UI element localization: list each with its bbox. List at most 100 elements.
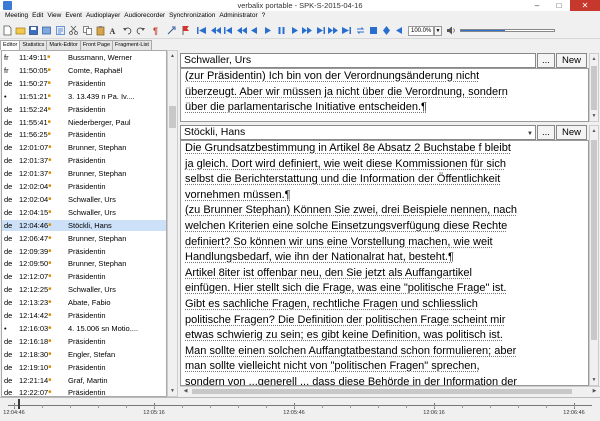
copy-icon[interactable]: [82, 25, 93, 36]
list-item[interactable]: de 12:14:42■ Präsidentin: [2, 310, 166, 321]
list-item[interactable]: de 12:02:04■ Schwaller, Urs: [2, 194, 166, 205]
list-item[interactable]: de 12:06:47■ Brunner, Stephan: [2, 233, 166, 244]
export-icon[interactable]: [41, 25, 52, 36]
jump-start-icon[interactable]: [196, 25, 207, 36]
new-document-icon[interactable]: [2, 25, 13, 36]
previous-section-icon[interactable]: [210, 25, 221, 36]
list-item[interactable]: de 12:12:07■ Präsidentin: [2, 271, 166, 282]
editor-horizontal-scrollbar[interactable]: ◀ ▶: [180, 386, 600, 396]
list-item[interactable]: de 12:09:39■ Präsidentin: [2, 246, 166, 257]
scroll-up-icon[interactable]: ▲: [168, 51, 177, 61]
list-item[interactable]: de 12:21:14■ Graf, Martin: [2, 375, 166, 386]
tab-front-page[interactable]: Front Page: [79, 40, 114, 50]
jump-end-icon[interactable]: [341, 25, 352, 36]
pilcrow-icon[interactable]: ¶: [151, 25, 162, 36]
font-icon[interactable]: A: [108, 25, 119, 36]
slow-down-icon[interactable]: [394, 25, 405, 36]
skip-forward-icon[interactable]: [302, 25, 313, 36]
menu-edit[interactable]: Edit: [30, 11, 45, 22]
list-item[interactable]: de 12:19:10■ Präsidentin: [2, 362, 166, 373]
tab-mark-editor[interactable]: Mark-Editor: [46, 40, 81, 50]
rewind-icon[interactable]: [223, 25, 234, 36]
menu-audioplayer[interactable]: Audioplayer: [84, 11, 122, 22]
list-item[interactable]: de 12:22:07■ Präsidentin: [2, 387, 166, 396]
list-scrollbar[interactable]: ▲ ▼: [167, 50, 178, 397]
fast-forward-icon[interactable]: [315, 25, 326, 36]
zoom-input[interactable]: 100.0%: [408, 26, 434, 36]
save-icon[interactable]: [28, 25, 39, 36]
speaker-select-1[interactable]: Schwaller, Urs: [180, 53, 536, 68]
playback-cursor[interactable]: [18, 399, 20, 409]
undo-icon[interactable]: [122, 25, 133, 36]
list-item[interactable]: de 12:02:04■ Präsidentin: [2, 181, 166, 192]
list-item[interactable]: de 12:01:37■ Brunner, Stephan: [2, 168, 166, 179]
stop-icon[interactable]: [368, 25, 379, 36]
maximize-button[interactable]: □: [548, 0, 570, 11]
step-forward-icon[interactable]: [289, 25, 300, 36]
scroll-down-icon[interactable]: ▼: [168, 386, 177, 396]
list-item[interactable]: • 12:16:03■ 4. 15.006 sn Motio....: [2, 323, 166, 334]
menu-event[interactable]: Event: [63, 11, 84, 22]
text-pane-1[interactable]: (zur Präsidentin) Ich bin von der Verord…: [180, 68, 589, 122]
list-item[interactable]: de 11:56:25■ Präsidentin: [2, 129, 166, 140]
list-item[interactable]: de 12:13:23■ Abate, Fabio: [2, 297, 166, 308]
pause-icon[interactable]: [276, 25, 287, 36]
speaker-1-ellipsis-button[interactable]: ...: [537, 53, 555, 68]
list-item[interactable]: de 12:12:25■ Schwaller, Urs: [2, 284, 166, 295]
speaker-1-new-button[interactable]: New: [556, 53, 587, 68]
close-button[interactable]: ✕: [570, 0, 600, 11]
speaker-volume-icon[interactable]: [446, 25, 457, 36]
cut-icon[interactable]: [68, 25, 79, 36]
tab-editor[interactable]: Editor: [0, 40, 21, 50]
scroll-left-icon[interactable]: ◀: [181, 387, 190, 396]
list-item-selected[interactable]: de 12:04:46■ Stöckli, Hans: [2, 219, 166, 231]
list-item[interactable]: de 12:16:18■ Präsidentin: [2, 336, 166, 347]
list-item[interactable]: de 12:04:15■ Schwaller, Urs: [2, 207, 166, 218]
list-item[interactable]: fr 11:50:05■ Comte, Raphaël: [2, 65, 166, 76]
text-pane-1-scrollbar[interactable]: ▲ ▼: [589, 53, 599, 122]
paste-icon[interactable]: [95, 25, 106, 36]
list-item[interactable]: fr 11:49:11■ Bussmann, Werner: [2, 52, 166, 63]
skip-back-icon[interactable]: [236, 25, 247, 36]
step-back-icon[interactable]: [249, 25, 260, 36]
list-item[interactable]: de 12:09:50■ Brunner, Stephan: [2, 258, 166, 269]
loop-icon[interactable]: [355, 25, 366, 36]
minimize-button[interactable]: –: [526, 0, 548, 11]
zoom-dropdown-arrow[interactable]: ▼: [434, 26, 442, 36]
scroll-down-icon[interactable]: ▼: [590, 375, 598, 385]
tab-statistics[interactable]: Statistics: [19, 40, 48, 50]
speaker-2-ellipsis-button[interactable]: ...: [537, 125, 555, 140]
menu-administrator[interactable]: Administrator: [217, 11, 259, 22]
flag-icon[interactable]: [180, 25, 191, 36]
list-item[interactable]: de 11:55:41■ Niederberger, Paul: [2, 117, 166, 128]
speaker-select-2[interactable]: Stöckli, Hans ▼: [180, 125, 536, 140]
scroll-up-icon[interactable]: ▲: [590, 54, 598, 64]
pane-1-scroll-thumb[interactable]: [591, 66, 597, 110]
audio-timeline[interactable]: 12:04:46 12:05:16 12:05:46 12:06:16 12:0…: [0, 397, 600, 421]
marker-icon[interactable]: [381, 25, 392, 36]
list-item[interactable]: de 11:52:24■ Präsidentin: [2, 104, 166, 115]
scroll-up-icon[interactable]: ▲: [590, 126, 598, 136]
speaker-2-new-button[interactable]: New: [556, 125, 587, 140]
list-item[interactable]: de 12:18:30■ Engler, Stefan: [2, 349, 166, 360]
menu-help[interactable]: ?: [260, 11, 268, 22]
scroll-down-icon[interactable]: ▼: [590, 111, 598, 121]
tab-fragment-list[interactable]: Fragment-List: [112, 40, 152, 50]
menu-meeting[interactable]: Meeting: [3, 11, 30, 22]
volume-slider[interactable]: [460, 29, 555, 32]
pane-2-scroll-thumb[interactable]: [591, 140, 597, 340]
open-folder-icon[interactable]: [15, 25, 26, 36]
next-section-icon[interactable]: [328, 25, 339, 36]
list-item[interactable]: de 12:01:37■ Präsidentin: [2, 155, 166, 166]
text-pane-2-scrollbar[interactable]: ▲ ▼: [589, 125, 599, 386]
editor-hscroll-thumb[interactable]: [192, 389, 572, 394]
list-item[interactable]: de 12:01:07■ Brunner, Stephan: [2, 142, 166, 153]
scroll-right-icon[interactable]: ▶: [590, 387, 599, 396]
list-item[interactable]: • 11:51:21■ 3. 13.439 n Pa. Iv....: [2, 91, 166, 102]
properties-icon[interactable]: [55, 25, 66, 36]
menu-synchronization[interactable]: Synchronization: [167, 11, 217, 22]
play-icon[interactable]: [262, 25, 273, 36]
redo-icon[interactable]: [135, 25, 146, 36]
menu-audiorecorder[interactable]: Audiorecorder: [122, 11, 167, 22]
text-pane-2[interactable]: Die Grundsatzbestimmung in Artikel 8e Ab…: [180, 140, 589, 386]
